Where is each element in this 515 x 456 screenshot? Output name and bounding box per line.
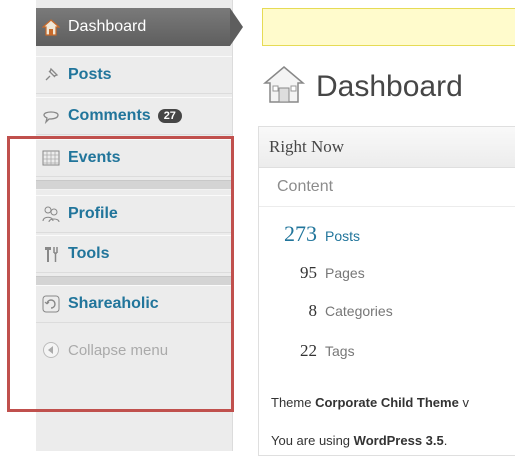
- content-row-posts[interactable]: 273 Posts: [259, 221, 515, 247]
- row-label[interactable]: Categories: [325, 303, 393, 319]
- panel-subheading: Content: [259, 168, 515, 207]
- page-title: Dashboard: [316, 69, 463, 103]
- pushpin-icon: [40, 66, 62, 84]
- sidebar-item-label: Dashboard: [68, 18, 147, 35]
- version-info-line: You are using WordPress 3.5.: [271, 433, 447, 448]
- content-row-categories[interactable]: 8 Categories: [259, 301, 515, 321]
- speech-bubble-icon: [40, 107, 62, 125]
- sidebar-item-comments[interactable]: Comments 27: [36, 97, 232, 135]
- sidebar-item-label: Comments: [68, 107, 151, 124]
- version-name: WordPress 3.5: [353, 433, 444, 448]
- right-now-panel: Right Now Content 273 Posts 95 Pages 8 C…: [258, 126, 515, 456]
- admin-notice-bar: [262, 8, 515, 46]
- theme-suffix: v: [462, 395, 469, 410]
- version-prefix: You are using: [271, 433, 351, 448]
- comments-count-badge: 27: [157, 109, 182, 123]
- row-label[interactable]: Posts: [325, 228, 360, 244]
- theme-info-line: Theme Corporate Child Theme v: [271, 395, 469, 410]
- row-count: 95: [300, 263, 317, 282]
- sidebar-item-posts[interactable]: Posts: [36, 56, 232, 94]
- sidebar-item-label: Posts: [68, 66, 112, 83]
- sidebar-item-dashboard[interactable]: Dashboard: [36, 8, 243, 46]
- dashboard-house-icon: [262, 64, 306, 109]
- theme-prefix: Theme: [271, 395, 312, 410]
- row-count: 273: [284, 221, 317, 246]
- house-icon: [40, 18, 62, 36]
- content-row-tags[interactable]: 22 Tags: [259, 341, 515, 361]
- highlight-annotation-box: [7, 136, 234, 412]
- theme-name[interactable]: Corporate Child Theme: [315, 395, 459, 410]
- page-header: Dashboard: [262, 64, 463, 109]
- row-label[interactable]: Tags: [325, 343, 355, 359]
- row-count: 22: [300, 341, 317, 360]
- admin-sidebar: Posts Comments 27 Events Profile Tools S…: [0, 0, 243, 451]
- row-label[interactable]: Pages: [325, 265, 365, 281]
- panel-heading: Right Now: [259, 127, 515, 168]
- content-row-pages[interactable]: 95 Pages: [259, 263, 515, 283]
- version-suffix: .: [443, 433, 448, 448]
- row-count: 8: [308, 301, 318, 320]
